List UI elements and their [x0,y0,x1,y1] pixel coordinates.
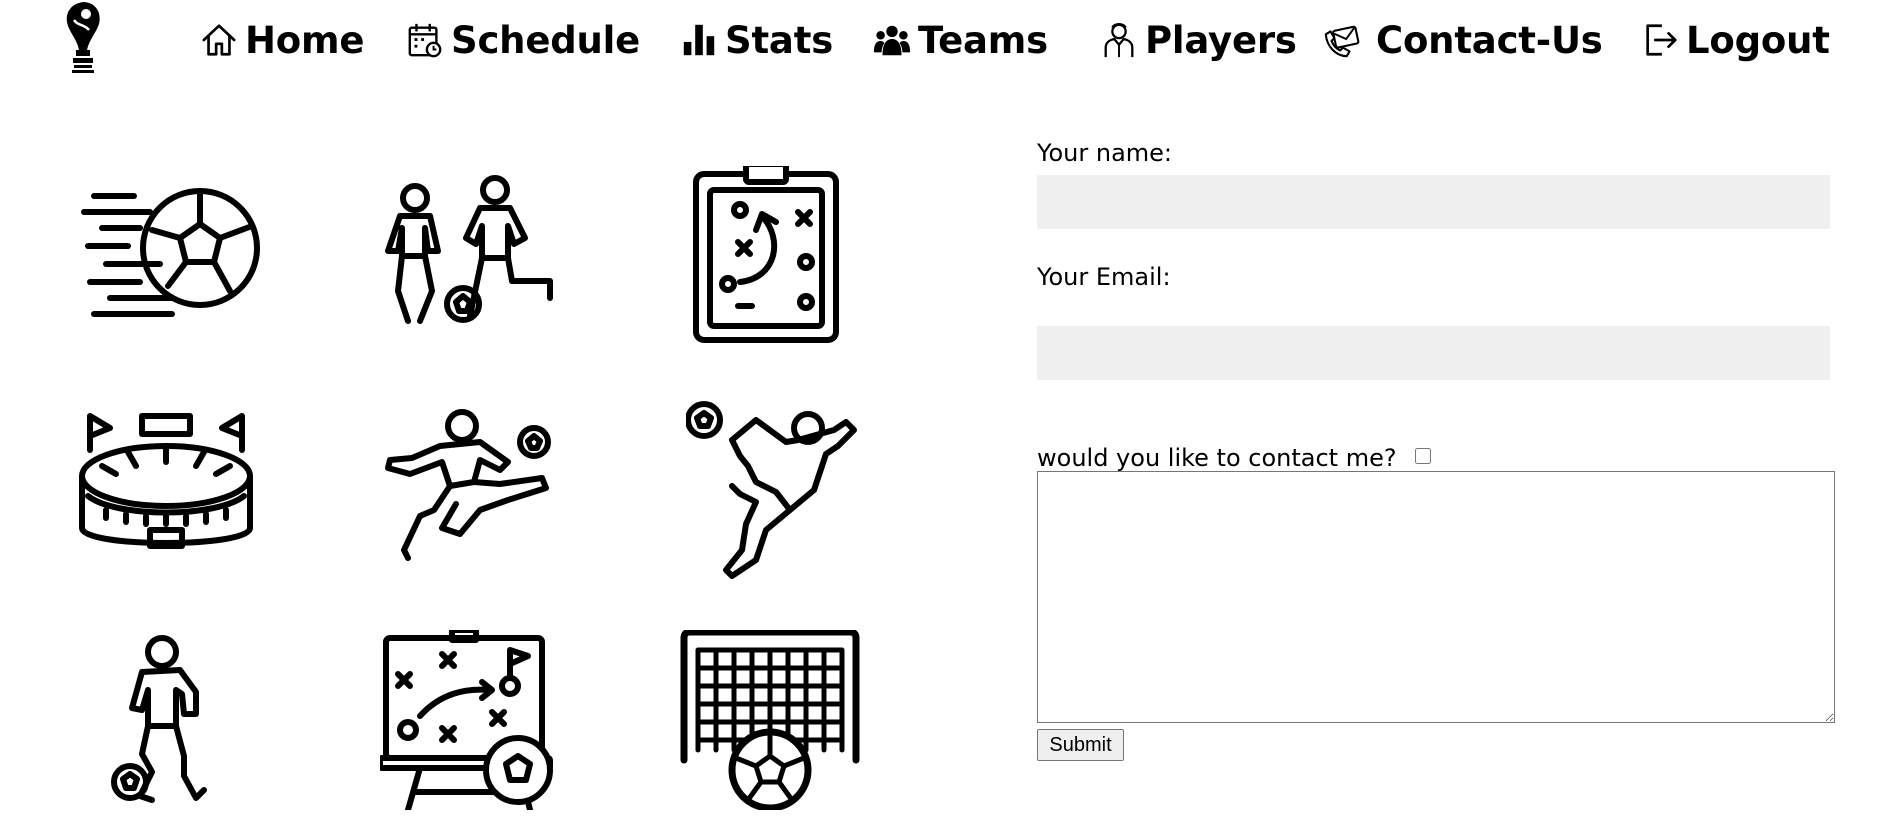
nav-logout-label: Logout [1686,18,1830,62]
world-cup-trophy-icon[interactable] [62,0,104,80]
tactics-clipboard-icon [680,161,860,346]
nav-logout[interactable]: Logout [1641,14,1830,66]
phone-envelope-icon [1324,25,1360,58]
nav-contact-us-label: Contact-Us [1376,18,1603,62]
nav-players[interactable]: Players [1100,14,1297,66]
email-label: Your Email: [1037,263,1171,291]
message-textarea[interactable] [1037,471,1835,723]
player-icon [1104,22,1134,58]
bar-chart-icon [683,24,715,56]
email-field[interactable] [1037,326,1830,380]
contact-me-label: would you like to contact me? [1037,444,1397,472]
submit-button[interactable]: Submit [1037,729,1124,761]
name-field[interactable] [1037,175,1830,229]
goal-net-ball-icon [680,628,860,812]
name-label: Your name: [1037,139,1173,167]
goalkeeper-diving-icon [685,400,866,580]
nav-schedule[interactable]: Schedule [406,14,640,66]
nav-stats-label: Stats [725,18,834,62]
contact-me-checkbox[interactable] [1415,448,1431,464]
nav-stats[interactable]: Stats [680,14,833,66]
nav-contact-us[interactable]: Contact-Us [1322,14,1603,66]
calendar-icon [408,23,442,58]
nav-players-label: Players [1145,18,1297,62]
users-group-icon [873,25,911,56]
nav-schedule-label: Schedule [451,18,641,62]
stadium-icon [76,400,256,580]
flying-soccer-ball-icon [80,166,260,346]
logout-icon [1646,24,1677,56]
nav-teams-label: Teams [918,18,1048,62]
tactics-whiteboard-icon [377,627,560,813]
player-kicking-icon [380,400,560,580]
nav-teams[interactable]: Teams [873,14,1048,66]
home-icon [202,24,236,56]
two-players-icon [380,166,560,346]
nav-home[interactable]: Home [200,14,364,66]
player-dribbling-icon [80,630,260,810]
nav-home-label: Home [245,18,365,62]
